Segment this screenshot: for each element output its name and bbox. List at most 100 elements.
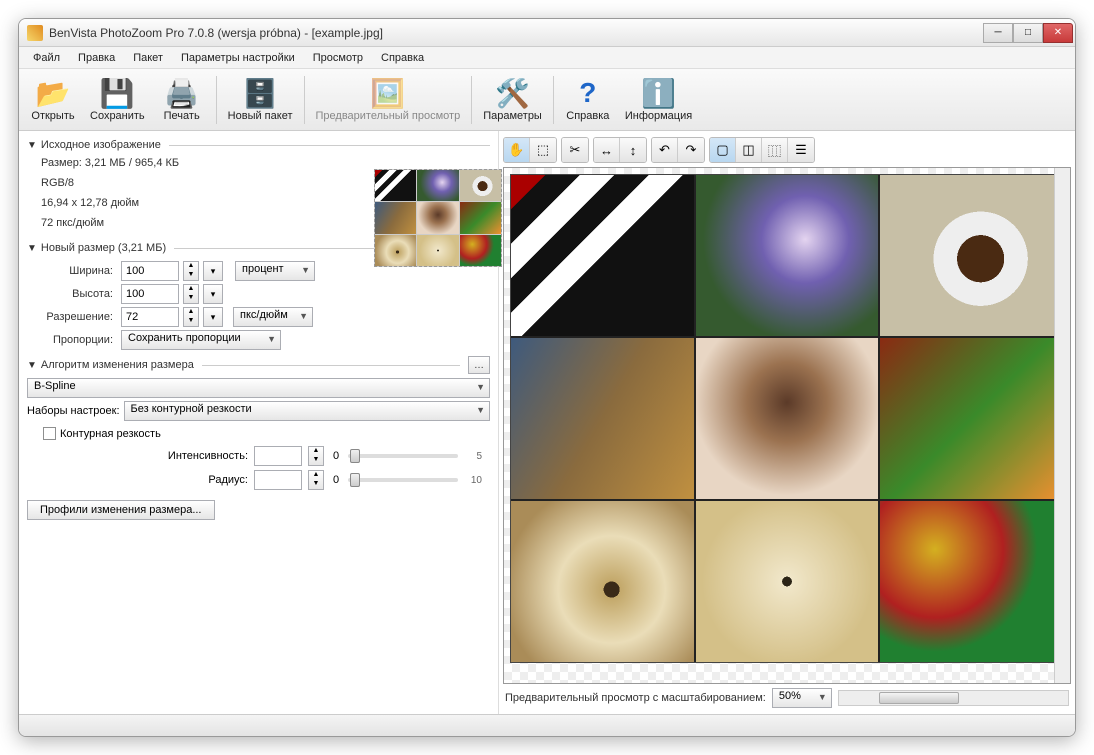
collapse-icon: ▼: [27, 360, 37, 371]
height-extra-button[interactable]: ▾: [203, 284, 223, 304]
info-button[interactable]: ℹ️ Информация: [618, 72, 699, 128]
info-icon: ℹ️: [643, 77, 675, 109]
rotate-right-button[interactable]: ↷: [678, 138, 704, 162]
preview-button[interactable]: 🖼️ Предварительный просмотр: [309, 72, 468, 128]
hand-tool-button[interactable]: ✋: [504, 138, 530, 162]
minimize-button[interactable]: ─: [983, 23, 1013, 43]
close-button[interactable]: ✕: [1043, 23, 1073, 43]
params-button[interactable]: 🛠️ Параметры: [476, 72, 549, 128]
width-extra-button[interactable]: ▾: [203, 261, 223, 281]
radius-max: 10: [464, 475, 482, 486]
intensity-slider[interactable]: [348, 454, 458, 458]
intensity-value: 0: [330, 450, 342, 462]
preview-tile: [511, 501, 694, 662]
open-button[interactable]: 📂 Открыть: [23, 72, 83, 128]
toolbar-divider: [304, 76, 305, 124]
width-spinner[interactable]: ▲▼: [183, 261, 199, 281]
radius-value: 0: [330, 474, 342, 486]
marquee-tool-button[interactable]: ⬚: [530, 138, 556, 162]
presets-label: Наборы настроек:: [27, 405, 120, 417]
preview-tile: [696, 338, 879, 499]
resolution-spinner[interactable]: ▲▼: [183, 307, 199, 327]
preview-tile: [696, 501, 879, 662]
preview-tile: [696, 175, 879, 336]
preview-toolbar: ✋ ⬚ ✂ ↔ ↕ ↶ ↷ ▢ ◫ ⿲ ☰: [503, 135, 1071, 167]
size-unit-combo[interactable]: процент: [235, 261, 315, 281]
source-thumbnail[interactable]: [374, 169, 502, 267]
horizontal-scrollbar[interactable]: [838, 690, 1069, 706]
preview-icon: 🖼️: [372, 77, 404, 109]
titlebar: BenVista PhotoZoom Pro 7.0.8 (wersja pró…: [19, 19, 1075, 47]
print-button[interactable]: 🖨️ Печать: [152, 72, 212, 128]
intensity-spinner[interactable]: ▲▼: [308, 446, 324, 466]
preview-tile: [511, 175, 694, 336]
save-icon: 💾: [101, 77, 133, 109]
layout-2-button[interactable]: ◫: [736, 138, 762, 162]
preview-panel: ✋ ⬚ ✂ ↔ ↕ ↶ ↷ ▢ ◫ ⿲ ☰: [499, 131, 1075, 714]
vertical-scrollbar[interactable]: [1054, 168, 1070, 683]
resolution-extra-button[interactable]: ▾: [203, 307, 223, 327]
menu-batch[interactable]: Пакет: [125, 50, 171, 66]
radius-slider[interactable]: [348, 478, 458, 482]
resolution-label: Разрешение:: [27, 311, 117, 323]
height-input[interactable]: [121, 284, 179, 304]
aspect-label: Пропорции:: [27, 334, 117, 346]
resize-profiles-button[interactable]: Профили изменения размера...: [27, 500, 215, 520]
resolution-input[interactable]: [121, 307, 179, 327]
width-label: Ширина:: [27, 265, 117, 277]
radius-input[interactable]: [254, 470, 302, 490]
method-combo[interactable]: B-Spline: [27, 378, 490, 398]
save-button[interactable]: 💾 Сохранить: [83, 72, 152, 128]
help-icon: ?: [572, 77, 604, 109]
folder-open-icon: 📂: [37, 77, 69, 109]
radius-spinner[interactable]: ▲▼: [308, 470, 324, 490]
flip-v-button[interactable]: ↕: [620, 138, 646, 162]
collapse-icon: ▼: [27, 243, 37, 254]
presets-combo[interactable]: Без контурной резкости: [124, 401, 490, 421]
section-algo[interactable]: ▼ Алгоритм изменения размера …: [27, 356, 490, 374]
menu-edit[interactable]: Правка: [70, 50, 123, 66]
statusbar: [19, 714, 1075, 736]
toolbar-divider: [553, 76, 554, 124]
batch-icon: 🗄️: [244, 77, 276, 109]
help-button[interactable]: ? Справка: [558, 72, 618, 128]
printer-icon: 🖨️: [166, 77, 198, 109]
crop-button[interactable]: ✂: [562, 138, 588, 162]
app-icon: [27, 25, 43, 41]
unsharp-label: Контурная резкость: [60, 428, 161, 440]
layout-1-button[interactable]: ▢: [710, 138, 736, 162]
menu-help[interactable]: Справка: [373, 50, 432, 66]
menu-view[interactable]: Просмотр: [305, 50, 371, 66]
window-title: BenVista PhotoZoom Pro 7.0.8 (wersja pró…: [49, 26, 983, 40]
rotate-left-button[interactable]: ↶: [652, 138, 678, 162]
intensity-label: Интенсивность:: [168, 450, 248, 462]
resolution-unit-combo[interactable]: пкс/дюйм: [233, 307, 313, 327]
tools-icon: 🛠️: [497, 77, 529, 109]
flip-h-button[interactable]: ↔: [594, 138, 620, 162]
zoom-combo[interactable]: 50%: [772, 688, 832, 708]
menu-settings[interactable]: Параметры настройки: [173, 50, 303, 66]
intensity-max: 5: [464, 451, 482, 462]
unsharp-checkbox[interactable]: [43, 427, 56, 440]
preview-canvas[interactable]: [503, 167, 1071, 684]
height-label: Высота:: [27, 288, 117, 300]
layout-4-button[interactable]: ☰: [788, 138, 814, 162]
preview-tile: [511, 338, 694, 499]
preview-tile: [880, 175, 1063, 336]
preview-tile: [880, 501, 1063, 662]
new-batch-button[interactable]: 🗄️ Новый пакет: [221, 72, 300, 128]
intensity-input[interactable]: [254, 446, 302, 466]
aspect-combo[interactable]: Сохранить пропорции: [121, 330, 281, 350]
toolbar: 📂 Открыть 💾 Сохранить 🖨️ Печать 🗄️ Новый…: [19, 69, 1075, 131]
width-input[interactable]: [121, 261, 179, 281]
preview-tile: [880, 338, 1063, 499]
section-source[interactable]: ▼ Исходное изображение: [27, 139, 490, 151]
height-spinner[interactable]: ▲▼: [183, 284, 199, 304]
collapse-icon: ▼: [27, 140, 37, 151]
zoom-label: Предварительный просмотр с масштабирован…: [505, 692, 766, 704]
algo-options-button[interactable]: …: [468, 356, 490, 374]
layout-3-button[interactable]: ⿲: [762, 138, 788, 162]
menu-file[interactable]: Файл: [25, 50, 68, 66]
maximize-button[interactable]: □: [1013, 23, 1043, 43]
menubar: Файл Правка Пакет Параметры настройки Пр…: [19, 47, 1075, 69]
